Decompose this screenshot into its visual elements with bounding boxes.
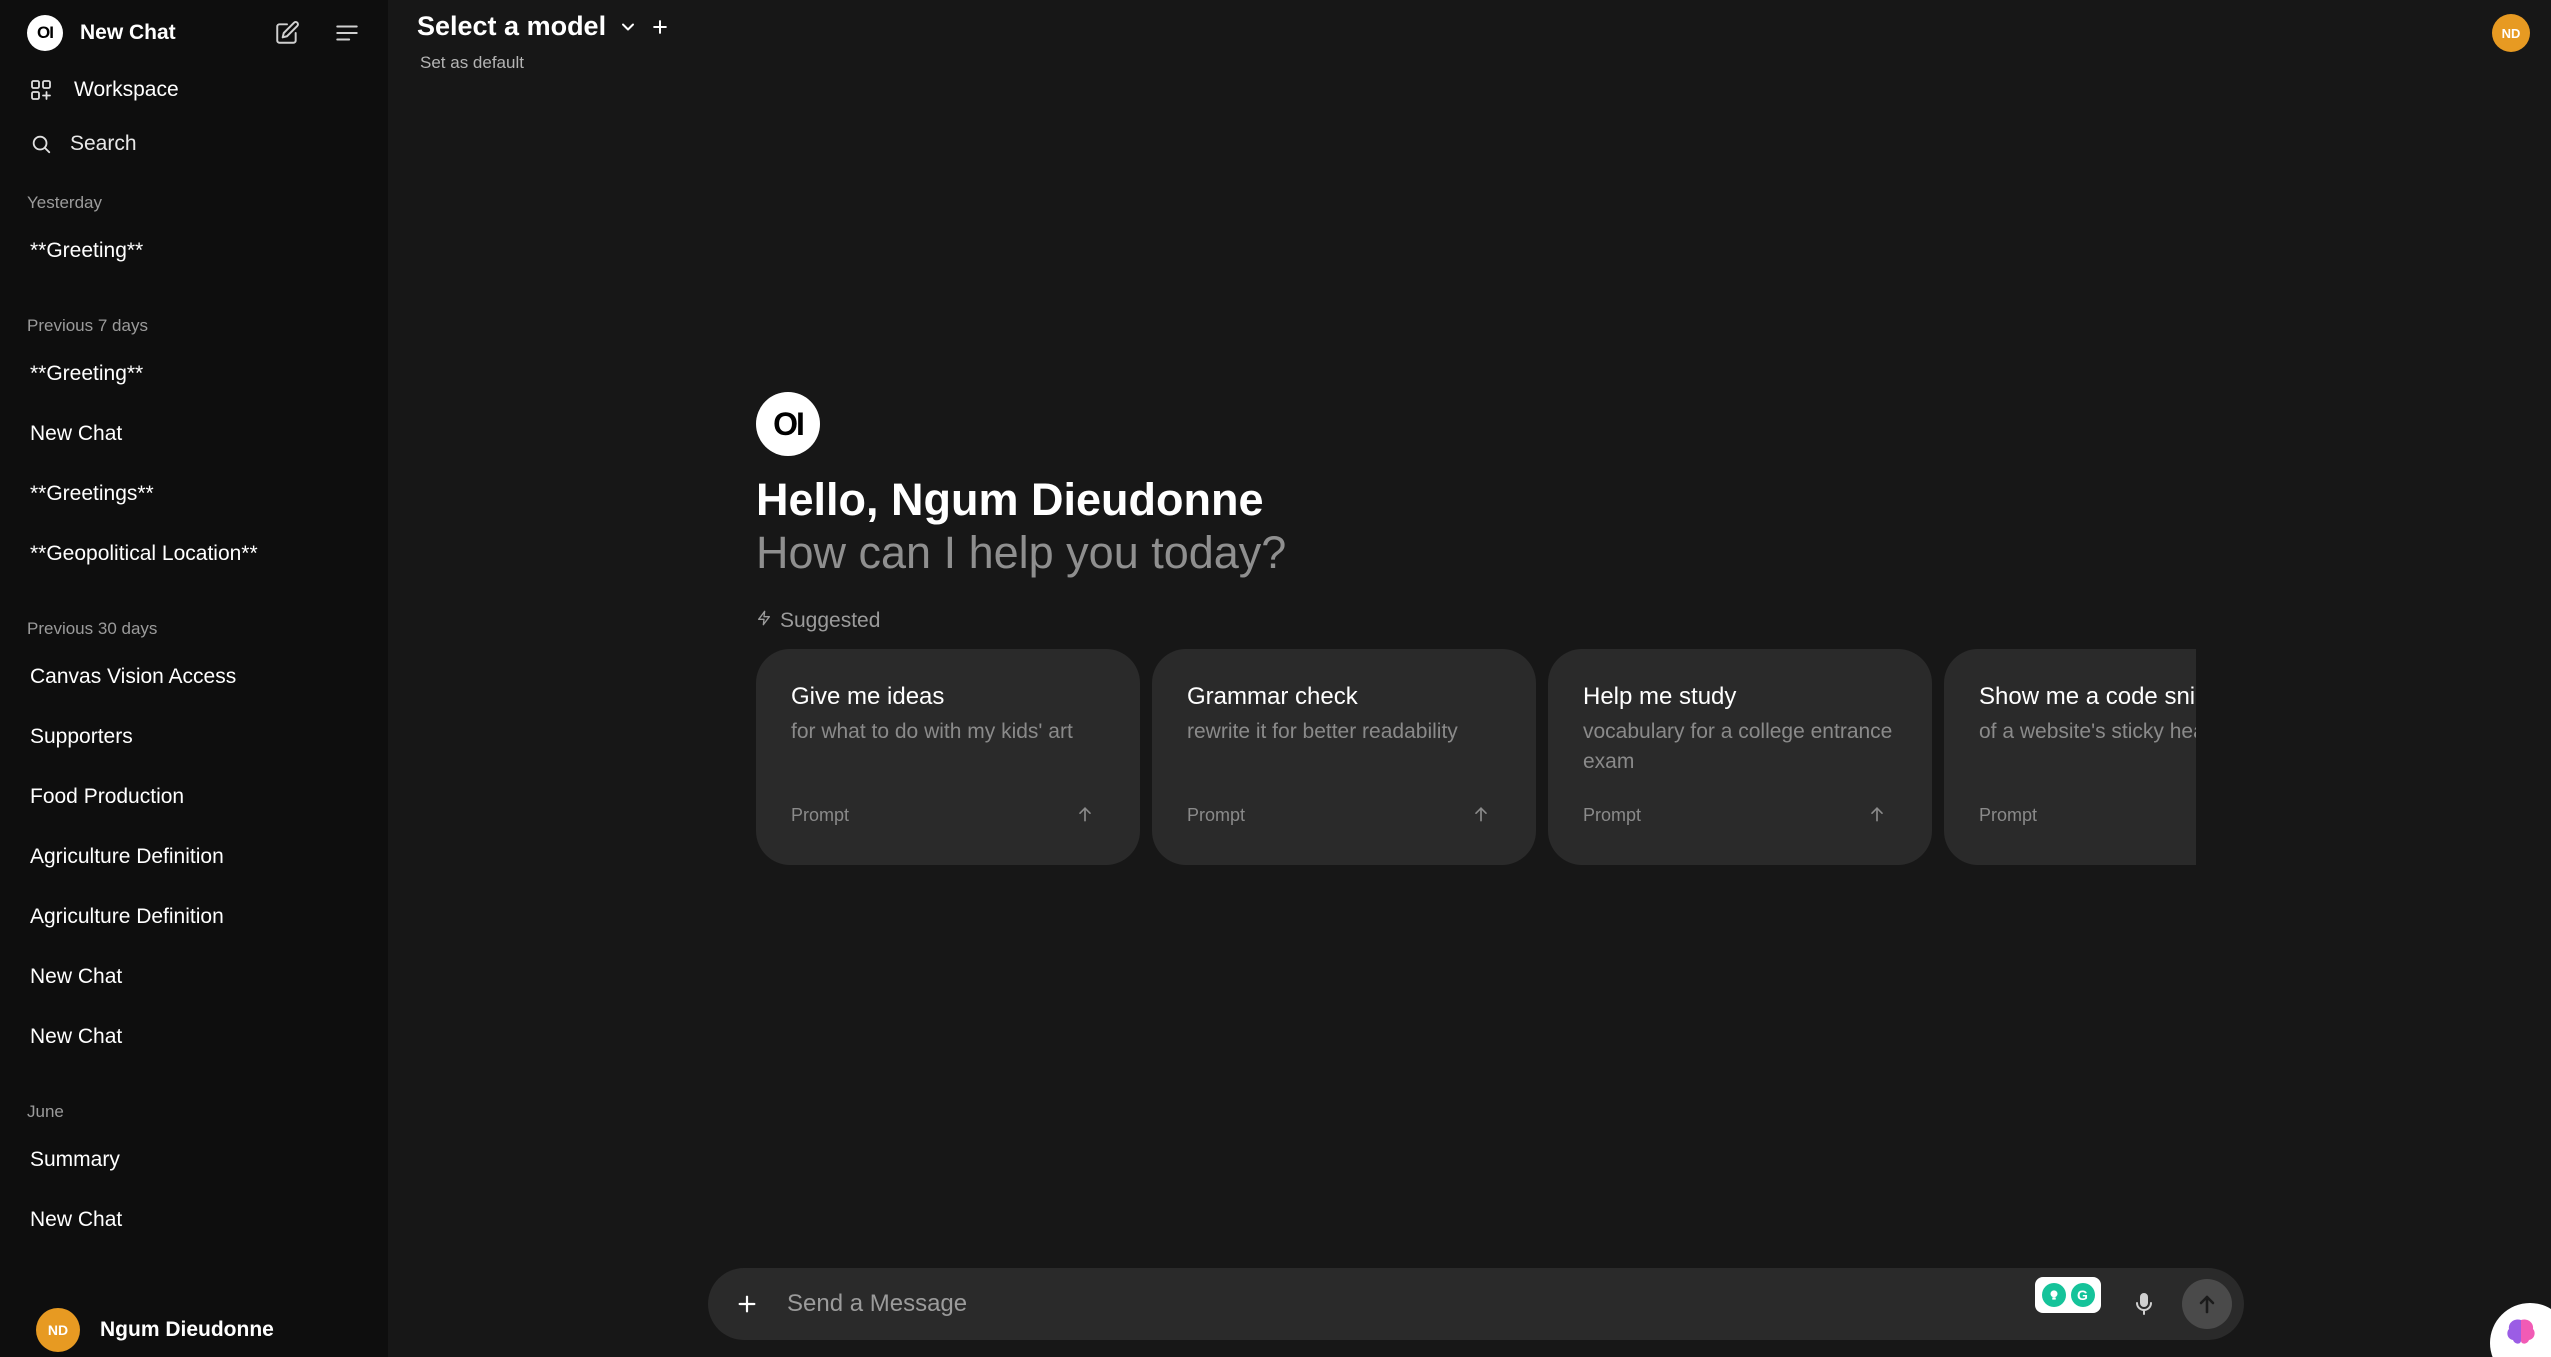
grammarly-icon: G <box>2070 1283 2095 1307</box>
greeting-title: Hello, Ngum Dieudonne <box>756 474 1264 525</box>
suggested-text: Suggested <box>780 609 881 632</box>
search-icon <box>28 131 54 157</box>
history-group-label: Previous 30 days <box>27 619 158 638</box>
card-title: Give me ideas <box>791 683 945 710</box>
sidebar-item-label: Workspace <box>74 78 179 101</box>
chat-history-item[interactable]: **Geopolitical Location** <box>30 542 258 566</box>
bolt-icon <box>756 609 772 633</box>
suggestion-card[interactable]: Help me study vocabulary for a college e… <box>1548 649 1932 865</box>
suggestion-card[interactable]: Show me a code snippet of a website's st… <box>1944 649 2196 865</box>
model-title: Select a model <box>417 11 607 41</box>
set-default-link[interactable]: Set as default <box>420 53 524 73</box>
card-title: Show me a code snippet <box>1979 683 2196 710</box>
add-model-icon[interactable] <box>650 17 670 37</box>
chat-history-item[interactable]: New Chat <box>30 1025 122 1049</box>
openwebui-logo-large: OI <box>756 392 820 456</box>
workspace-icon <box>28 77 54 103</box>
grammarly-extension[interactable]: G <box>2035 1277 2101 1313</box>
chat-history-item[interactable]: New Chat <box>30 1208 122 1232</box>
chat-history-item[interactable]: Agriculture Definition <box>30 845 224 869</box>
card-tag: Prompt <box>791 805 850 825</box>
chat-history-item[interactable]: **Greeting** <box>30 362 143 386</box>
history-group-label: Yesterday <box>27 193 102 212</box>
extension-brain-icon[interactable] <box>2490 1303 2551 1357</box>
chat-history-item[interactable]: New Chat <box>30 422 122 446</box>
sidebar-new-chat[interactable]: OI New Chat <box>27 14 176 52</box>
card-tag: Prompt <box>1583 805 1642 825</box>
card-subtitle: rewrite it for better readability <box>1187 720 1458 743</box>
card-subtitle: of a website's sticky header <box>1979 720 2196 743</box>
message-input[interactable] <box>787 1286 1967 1322</box>
sidebar: OI New Chat Workspace Search Yesterday *… <box>0 0 388 1357</box>
sidebar-item-workspace[interactable]: Workspace <box>28 72 179 108</box>
card-title: Grammar check <box>1187 683 1358 710</box>
plus-icon[interactable] <box>733 1290 761 1318</box>
card-subtitle: for what to do with my kids' art <box>791 720 1073 743</box>
chat-history-item[interactable]: Summary <box>30 1148 120 1172</box>
suggestion-card[interactable]: Give me ideas for what to do with my kid… <box>756 649 1140 865</box>
chat-history-item[interactable]: **Greeting** <box>30 239 143 263</box>
suggestion-cards: Give me ideas for what to do with my kid… <box>756 649 2196 865</box>
sidebar-item-search[interactable]: Search <box>28 126 137 162</box>
card-tag: Prompt <box>1187 805 1246 825</box>
history-group-label: June <box>27 1102 64 1121</box>
menu-icon[interactable] <box>332 18 362 48</box>
openwebui-logo: OI <box>27 15 63 51</box>
chat-history-item[interactable]: Canvas Vision Access <box>30 665 236 689</box>
chat-history-item[interactable]: Supporters <box>30 725 133 749</box>
history-group-label: Previous 7 days <box>27 316 148 335</box>
avatar: ND <box>36 1308 80 1352</box>
arrow-up-icon <box>1468 801 1494 827</box>
chat-history-item[interactable]: **Greetings** <box>30 482 154 506</box>
app-root: OI New Chat Workspace Search Yesterday *… <box>0 0 2551 1357</box>
suggested-label: Suggested <box>756 609 880 633</box>
arrow-up-icon <box>1864 801 1890 827</box>
header-avatar[interactable]: ND <box>2492 14 2530 52</box>
lightbulb-icon <box>2041 1283 2066 1307</box>
compose-icon[interactable] <box>272 18 302 48</box>
model-selector[interactable]: Select a model <box>417 11 670 42</box>
card-subtitle: vocabulary for a college entrance exam <box>1583 720 1893 773</box>
suggestion-card[interactable]: Grammar check rewrite it for better read… <box>1152 649 1536 865</box>
chat-history-item[interactable]: Food Production <box>30 785 184 809</box>
greeting-subtitle: How can I help you today? <box>756 527 1287 578</box>
sidebar-item-label: Search <box>70 132 137 155</box>
arrow-up-icon <box>1072 801 1098 827</box>
chat-history-item[interactable]: New Chat <box>30 965 122 989</box>
microphone-icon[interactable] <box>2128 1288 2160 1320</box>
new-chat-label: New Chat <box>80 21 176 44</box>
card-title: Help me study <box>1583 683 1737 710</box>
send-button[interactable] <box>2182 1279 2232 1329</box>
message-composer: G <box>708 1268 2244 1340</box>
user-menu[interactable]: ND Ngum Dieudonne <box>36 1308 274 1352</box>
chevron-down-icon[interactable] <box>618 17 638 37</box>
user-name: Ngum Dieudonne <box>100 1318 274 1341</box>
chat-history-item[interactable]: Agriculture Definition <box>30 905 224 929</box>
card-tag: Prompt <box>1979 805 2038 825</box>
